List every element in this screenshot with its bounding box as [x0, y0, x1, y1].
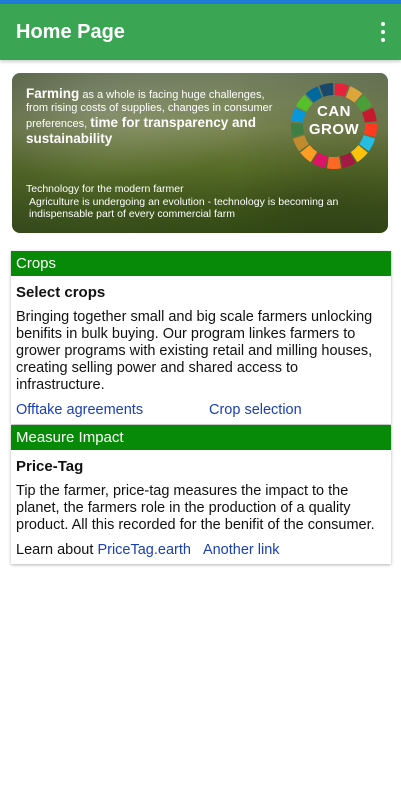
logo-line-1: CAN [317, 103, 351, 120]
crop-selection-link[interactable]: Crop selection [209, 402, 302, 418]
impact-card-header: Measure Impact [11, 425, 391, 450]
banner-subtitle-line-2: Agriculture is undergoing an evolution -… [29, 195, 339, 221]
hero-banner: Farming as a whole is facing huge challe… [12, 73, 388, 233]
crops-card-title: Select crops [16, 284, 106, 301]
banner-headline: Farming as a whole is facing huge challe… [26, 86, 276, 147]
pricetag-earth-link[interactable]: PriceTag.earth [97, 542, 191, 558]
app-bar: Home Page [0, 4, 401, 60]
banner-subtitle: Technology for the modern farmer Agricul… [26, 183, 366, 221]
sdg-wheel-segment [326, 156, 342, 169]
crops-card-text: Bringing together small and big scale fa… [16, 309, 373, 393]
banner-subtitle-line-1: Technology for the modern farmer [26, 183, 184, 195]
sdg-wheel-segment [334, 83, 349, 97]
page-title: Home Page [16, 20, 125, 43]
impact-card: Measure Impact Price-Tag Tip the farmer,… [11, 425, 391, 564]
offtake-agreements-link[interactable]: Offtake agreements [16, 402, 209, 418]
logo-text: CAN GROW [289, 103, 379, 139]
crops-card: Crops Select crops Bringing together sma… [11, 251, 391, 424]
crops-card-links: Offtake agreements Crop selection [16, 402, 386, 418]
impact-card-links: Learn about PriceTag.earth Another link [16, 542, 386, 558]
crops-card-header: Crops [11, 251, 391, 276]
impact-card-text: Tip the farmer, price-tag measures the i… [16, 483, 375, 533]
banner-headline-bold-1: Farming [26, 86, 80, 101]
crops-card-body: Select crops Bringing together small and… [11, 276, 391, 424]
more-vertical-icon[interactable] [379, 22, 387, 42]
impact-card-body: Price-Tag Tip the farmer, price-tag meas… [11, 450, 391, 564]
another-link[interactable]: Another link [203, 542, 280, 558]
impact-card-title: Price-Tag [16, 458, 84, 475]
learn-about-label: Learn about [16, 542, 98, 558]
logo-line-2: GROW [308, 121, 360, 138]
sdg-wheel-segment [319, 83, 334, 97]
